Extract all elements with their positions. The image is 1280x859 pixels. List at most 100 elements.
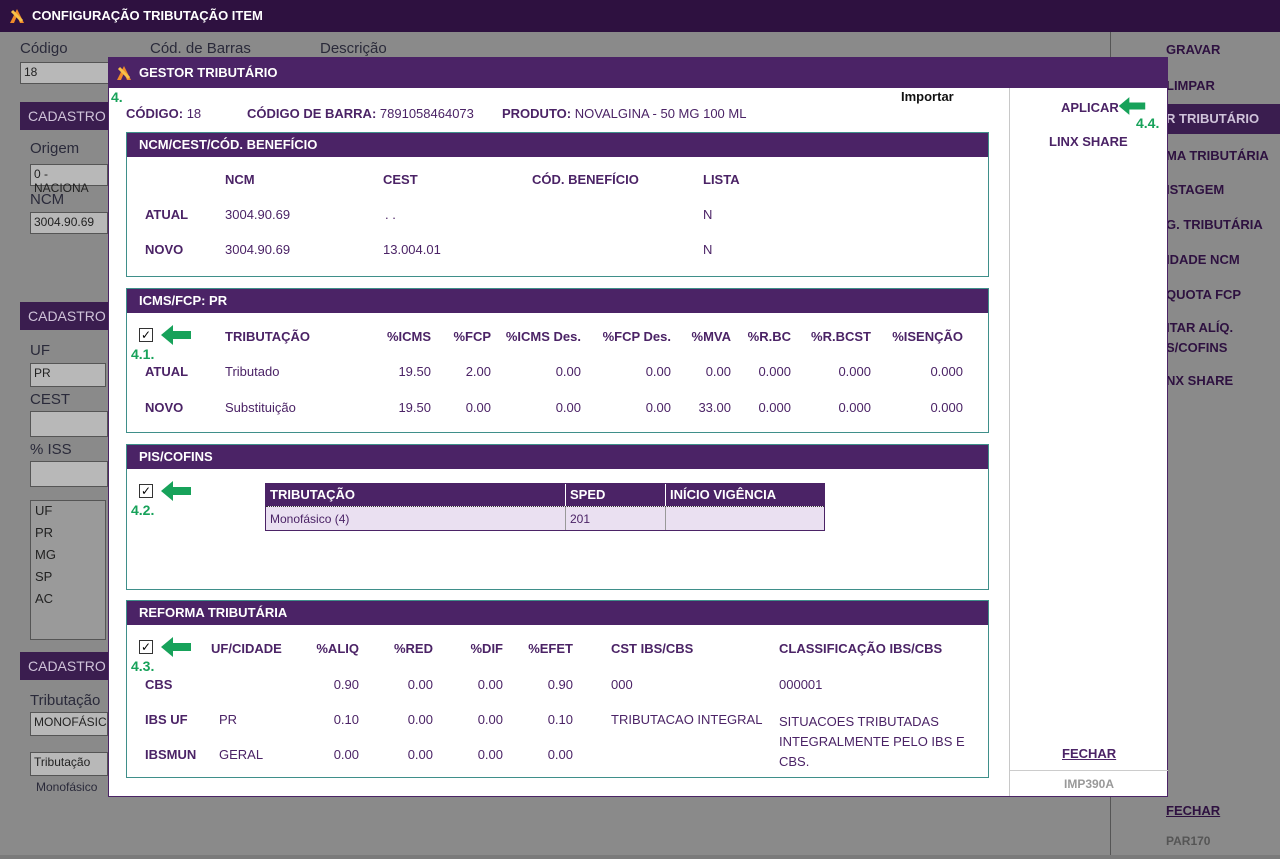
linx-share-button[interactable]: LINX SHARE: [1049, 134, 1128, 149]
barra-info: CÓDIGO DE BARRA: 7891058464073: [247, 106, 474, 121]
codigo-input[interactable]: 18: [20, 62, 110, 84]
background-title: CONFIGURAÇÃO TRIBUTAÇÃO ITEM: [32, 8, 263, 23]
rbcst-value: 0.000: [838, 364, 871, 379]
linx-share-button-bg[interactable]: NX SHARE: [1166, 373, 1233, 388]
icms-row-label: NOVO: [145, 400, 184, 415]
cest-novo-value: 13.004.01: [383, 242, 441, 257]
listagem-button[interactable]: ISTAGEM: [1166, 182, 1224, 197]
aplicar-button[interactable]: APLICAR: [1061, 100, 1119, 115]
uf-cidade-value: GERAL: [219, 747, 264, 762]
icms-section: ICMS/FCP: PR ✓ 4.1. TRIBUTAÇÃO %ICMS %FC…: [126, 288, 989, 433]
dialog-title-bar: GESTOR TRIBUTÁRIO: [109, 58, 1167, 88]
origem-label: Origem: [30, 140, 80, 157]
editar-aliq-button[interactable]: ITAR ALÍQ.: [1166, 320, 1233, 335]
tributacao-select[interactable]: MONOFÁSIC: [30, 712, 108, 736]
icms-value: 19.50: [398, 400, 431, 415]
icms-col-header: %ICMS: [386, 329, 431, 344]
mva-value: 33.00: [698, 400, 731, 415]
importar-link[interactable]: Importar: [901, 89, 954, 104]
origem-select[interactable]: 0 - NACIONA: [30, 164, 108, 195]
isencao-value: 0.000: [930, 364, 963, 379]
uf-list-item[interactable]: MG: [31, 545, 105, 567]
app-logo-icon: [117, 66, 131, 80]
app-logo-icon: [10, 9, 24, 23]
pis-col-header: TRIBUTAÇÃO: [266, 484, 566, 506]
quota-fcp-button[interactable]: QUOTA FCP: [1166, 287, 1241, 302]
ncm-novo-value: 3004.90.69: [225, 242, 291, 257]
config-tributaria-button[interactable]: G. TRIBUTÁRIA: [1166, 217, 1263, 232]
icms-novo-trib: Substituição: [225, 400, 296, 415]
ncm-col-header: NCM: [225, 172, 255, 187]
red-value: 0.00: [407, 747, 433, 762]
pis-section-header: PIS/COFINS: [127, 445, 988, 469]
codigo-info-label: CÓDIGO:: [126, 106, 184, 121]
step-label-4-3: 4.3.: [131, 658, 155, 674]
lista-novo-value: N: [703, 242, 713, 257]
fechar-button-bg[interactable]: FECHAR: [1166, 803, 1220, 818]
pis-checkbox[interactable]: ✓: [139, 484, 153, 498]
pis-tributacao-cell: Monofásico (4): [266, 507, 566, 530]
dialog-action-panel: APLICAR 4.4. LINX SHARE FECHAR IMP390A: [1009, 88, 1168, 796]
lista-col-header: LISTA: [703, 172, 740, 187]
aliq-value: 0.90: [333, 677, 359, 692]
limpar-button[interactable]: LIMPAR: [1166, 78, 1215, 93]
reforma-col-header: %RED: [393, 641, 433, 656]
reforma-checkbox[interactable]: ✓: [139, 640, 153, 654]
uf-list-item[interactable]: PR: [31, 523, 105, 545]
editar-aliq-button-line2[interactable]: S/COFINS: [1166, 340, 1227, 355]
uf-label: UF: [30, 342, 50, 359]
uf-list[interactable]: UF PR MG SP AC: [30, 500, 106, 640]
cadastro-header-1: CADASTRO: [20, 102, 110, 130]
efet-value: 0.00: [547, 747, 573, 762]
iss-label: % ISS: [30, 441, 72, 458]
cst-value: TRIBUTACAO INTEGRAL: [611, 712, 763, 727]
uf-select[interactable]: PR: [30, 363, 106, 387]
icms-col-header: %FCP Des.: [602, 329, 671, 344]
step-label-4-4: 4.4.: [1136, 115, 1160, 131]
codigo-label: Código: [20, 40, 68, 57]
lista-atual-value: N: [703, 207, 713, 222]
ncm-section: NCM/CEST/CÓD. BENEFÍCIO NCM CEST CÓD. BE…: [126, 132, 989, 277]
tributacao-column-header: Tributação: [30, 752, 108, 776]
icms-checkbox[interactable]: ✓: [139, 328, 153, 342]
pis-inicio-cell: [666, 507, 824, 530]
barra-info-label: CÓDIGO DE BARRA:: [247, 106, 377, 121]
ncm-row-label: ATUAL: [145, 207, 189, 222]
unidade-ncm-button[interactable]: IDADE NCM: [1166, 252, 1240, 267]
icms-col-header: %ISENÇÃO: [892, 329, 963, 344]
iss-input[interactable]: [30, 461, 108, 487]
fechar-button[interactable]: FECHAR: [1062, 746, 1116, 761]
icms-col-header: %FCP: [453, 329, 491, 344]
cst-value: 000: [611, 677, 633, 692]
efet-value: 0.90: [547, 677, 573, 692]
codigo-info-value: 18: [186, 106, 202, 121]
rbc-value: 0.000: [758, 364, 791, 379]
regra-tributaria-button[interactable]: MA TRIBUTÁRIA: [1166, 148, 1269, 163]
green-arrow-icon: [161, 637, 191, 657]
step-label-4-2: 4.2.: [131, 502, 155, 518]
ncm-row-label: NOVO: [145, 242, 184, 257]
cest-input[interactable]: [30, 411, 108, 437]
produto-info-value: NOVALGINA - 50 MG 100 ML: [574, 106, 747, 121]
red-value: 0.00: [407, 677, 433, 692]
screen-code: IMP390A: [1010, 770, 1168, 796]
fcp-value: 2.00: [465, 364, 491, 379]
aliq-value: 0.10: [333, 712, 359, 727]
green-arrow-icon: [161, 325, 191, 345]
fcp-des-value: 0.00: [645, 364, 671, 379]
icms-value: 19.50: [398, 364, 431, 379]
uf-list-item[interactable]: AC: [31, 589, 105, 611]
icms-col-header: %R.BC: [747, 329, 791, 344]
reforma-section-header: REFORMA TRIBUTÁRIA: [127, 601, 988, 625]
reforma-section: REFORMA TRIBUTÁRIA ✓ 4.3. UF/CIDADE %ALI…: [126, 600, 989, 778]
cadastro-header-3: CADASTRO: [20, 652, 110, 680]
tributacao-row: Monofásico: [36, 780, 98, 794]
reforma-col-header: %ALIQ: [316, 641, 359, 656]
fcp-value: 0.00: [465, 400, 491, 415]
uf-list-item[interactable]: SP: [31, 567, 105, 589]
gravar-button[interactable]: GRAVAR: [1166, 42, 1220, 57]
ncm-input[interactable]: 3004.90.69: [30, 212, 108, 234]
uf-cidade-value: PR: [219, 712, 238, 727]
table-row[interactable]: Monofásico (4) 201: [266, 506, 824, 530]
produto-info: PRODUTO: NOVALGINA - 50 MG 100 ML: [502, 106, 746, 121]
